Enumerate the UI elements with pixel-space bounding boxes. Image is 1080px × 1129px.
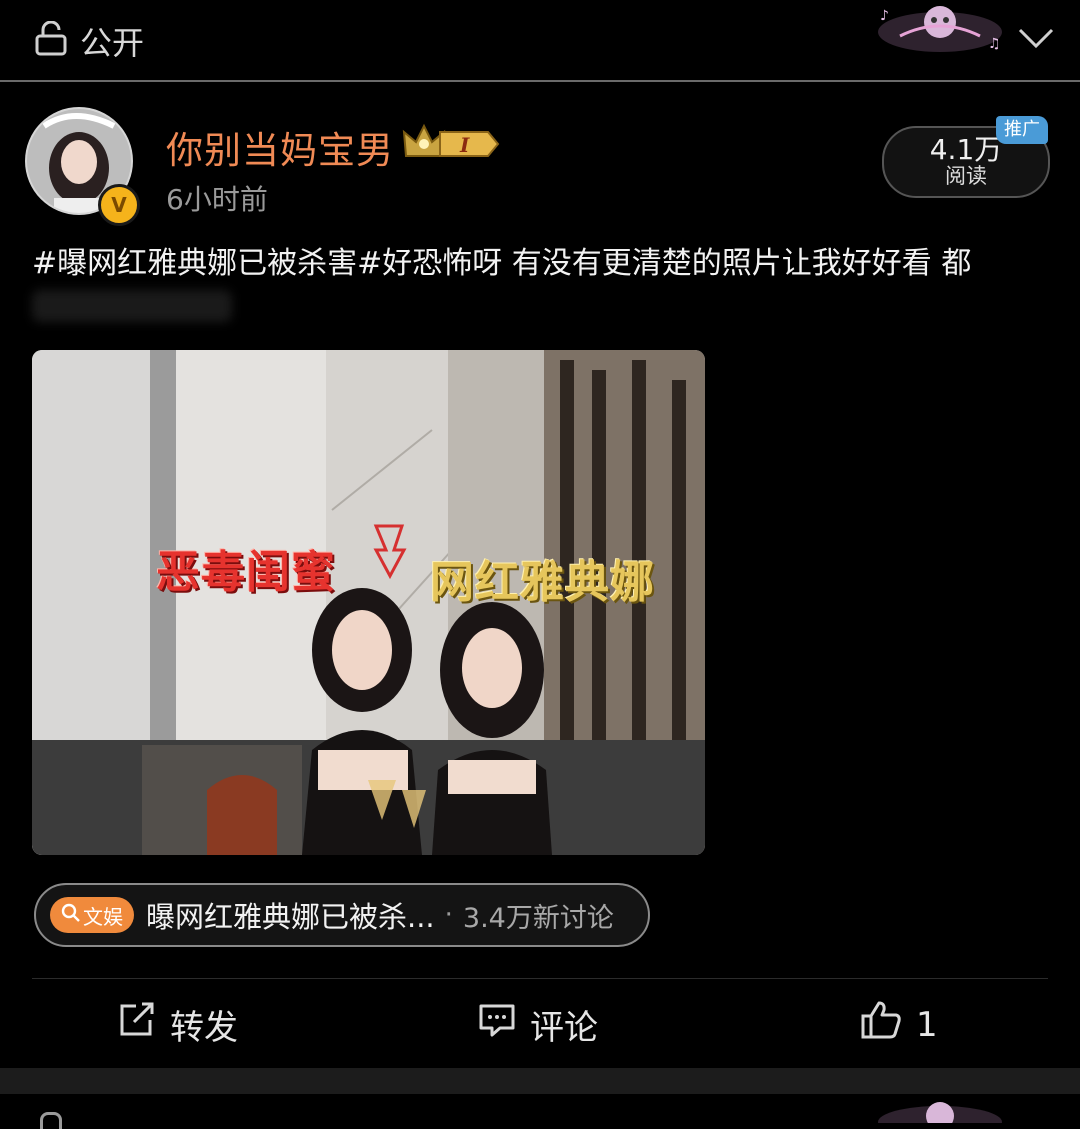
member-crown-icon[interactable]: I	[402, 122, 500, 168]
visibility-label: 公开	[80, 24, 145, 62]
image-caption-right: 网红雅典娜	[430, 557, 655, 608]
username[interactable]: 你别当妈宝男	[166, 120, 394, 174]
topic-tag-label: 文娱	[83, 904, 123, 929]
topic-separator: ·	[444, 900, 453, 930]
post-time: 6小时前	[166, 183, 268, 216]
blurred-text	[32, 290, 232, 322]
comment-icon	[478, 1002, 516, 1047]
search-icon	[61, 903, 81, 928]
post-text[interactable]: #曝网红雅典娜已被杀害#好恐怖呀 有没有更清楚的照片让我好好看 都	[32, 242, 1062, 286]
svg-text:♫: ♫	[988, 36, 1001, 52]
thumbs-up-icon	[860, 1000, 902, 1049]
divider	[32, 978, 1048, 979]
share-icon	[118, 1002, 156, 1047]
decoration-sticker	[870, 1096, 1010, 1123]
unlock-icon	[40, 1112, 62, 1129]
top-bar: 公开 ♪ ♫	[0, 0, 1080, 82]
decoration-sticker: ♪ ♫	[870, 0, 1010, 60]
visibility-selector[interactable]: 公开	[34, 18, 144, 64]
topic-tag: 文娱	[50, 897, 134, 933]
image-caption-left: 恶毒闺蜜	[156, 547, 336, 598]
post-image[interactable]: 恶毒闺蜜 网红雅典娜	[32, 350, 705, 855]
topic-chip[interactable]: 文娱 曝网红雅典娜已被杀... · 3.4万新讨论	[34, 883, 650, 947]
svg-text:I: I	[459, 133, 470, 157]
read-label: 阅读	[945, 164, 987, 188]
svg-text:♪: ♪	[880, 8, 889, 24]
forward-label: 转发	[170, 1008, 238, 1048]
verified-badge-icon: V	[98, 184, 140, 226]
topic-title: 曝网红雅典娜已被杀...	[146, 900, 435, 934]
chevron-down-icon[interactable]	[1016, 22, 1056, 56]
forward-button[interactable]: 转发	[118, 1000, 238, 1049]
promo-badge: 推广	[996, 116, 1048, 144]
like-button[interactable]: 1	[860, 1000, 938, 1049]
unlock-icon	[34, 20, 68, 61]
feed-separator	[0, 1068, 1080, 1094]
comment-label: 评论	[530, 1008, 598, 1048]
topic-discussion-count: 3.4万新讨论	[462, 902, 614, 934]
comment-button[interactable]: 评论	[478, 1000, 598, 1049]
like-count: 1	[916, 1004, 938, 1045]
